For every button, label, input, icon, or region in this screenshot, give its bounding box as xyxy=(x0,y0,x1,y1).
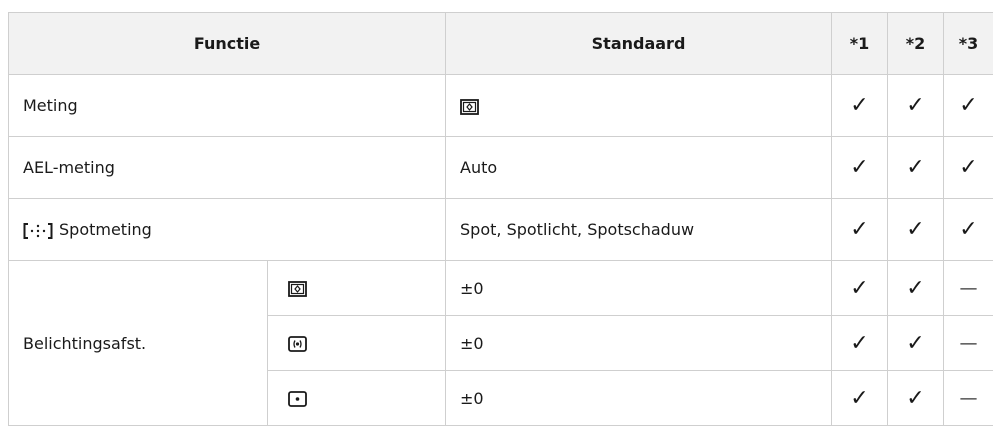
table-row: Belichtingsafst. ±0 ✓ ✓ — xyxy=(8,260,993,426)
spot-metering-bracket-icon xyxy=(23,222,53,239)
row-standaard: ±0 xyxy=(445,260,833,316)
row-label: AEL-meting xyxy=(7,136,447,199)
header-row: Functie Standaard *1 *2 *3 xyxy=(7,12,993,75)
row-standaard: Auto xyxy=(445,136,833,199)
center-weighted-metering-icon xyxy=(288,336,307,352)
dash-cell: — xyxy=(943,260,993,316)
table-row: Meting ✓ ✓ ✓ xyxy=(7,74,993,137)
check-cell: ✓ xyxy=(887,136,945,199)
check-cell: ✓ xyxy=(831,136,889,199)
check-cell: ✓ xyxy=(831,370,889,426)
row-label: Meting xyxy=(7,74,447,137)
header-col-1: *1 xyxy=(831,12,889,75)
header-functie: Functie xyxy=(7,12,447,75)
header-col-2: *2 xyxy=(887,12,945,75)
check-cell: ✓ xyxy=(887,260,945,316)
settings-table: Functie Standaard *1 *2 *3 Meting ✓ ✓ ✓ … xyxy=(7,12,993,426)
row-standaard: ±0 xyxy=(445,315,833,371)
spot-metering-icon xyxy=(288,391,307,407)
check-cell: ✓ xyxy=(831,315,889,371)
dash-cell: — xyxy=(943,370,993,426)
check-cell: ✓ xyxy=(943,74,993,137)
sub-icon-cell xyxy=(266,315,447,371)
check-cell: ✓ xyxy=(943,136,993,199)
header-col-3: *3 xyxy=(943,12,993,75)
check-cell: ✓ xyxy=(887,315,945,371)
check-cell: ✓ xyxy=(887,74,945,137)
row-standaard xyxy=(445,74,833,137)
row-standaard: Spot, Spotlicht, Spotschaduw xyxy=(445,198,833,261)
header-standaard: Standaard xyxy=(445,12,833,75)
table-row: Spotmeting Spot, Spotlicht, Spotschaduw … xyxy=(7,198,993,261)
exposure-label: Belichtingsafst. xyxy=(8,260,268,426)
check-cell: ✓ xyxy=(831,74,889,137)
check-cell: ✓ xyxy=(831,260,889,316)
ese-metering-icon xyxy=(460,98,479,115)
ese-metering-icon xyxy=(288,281,307,297)
check-cell: ✓ xyxy=(887,198,945,261)
row-label-cell: Spotmeting xyxy=(7,198,447,261)
dash-cell: — xyxy=(943,315,993,371)
check-cell: ✓ xyxy=(943,198,993,261)
row-label: Spotmeting xyxy=(59,220,152,239)
check-cell: ✓ xyxy=(831,198,889,261)
table-row: AEL-meting Auto ✓ ✓ ✓ xyxy=(7,136,993,199)
row-standaard: ±0 xyxy=(445,370,833,426)
sub-icon-cell xyxy=(266,370,447,426)
sub-icon-cell xyxy=(266,260,447,316)
check-cell: ✓ xyxy=(887,370,945,426)
